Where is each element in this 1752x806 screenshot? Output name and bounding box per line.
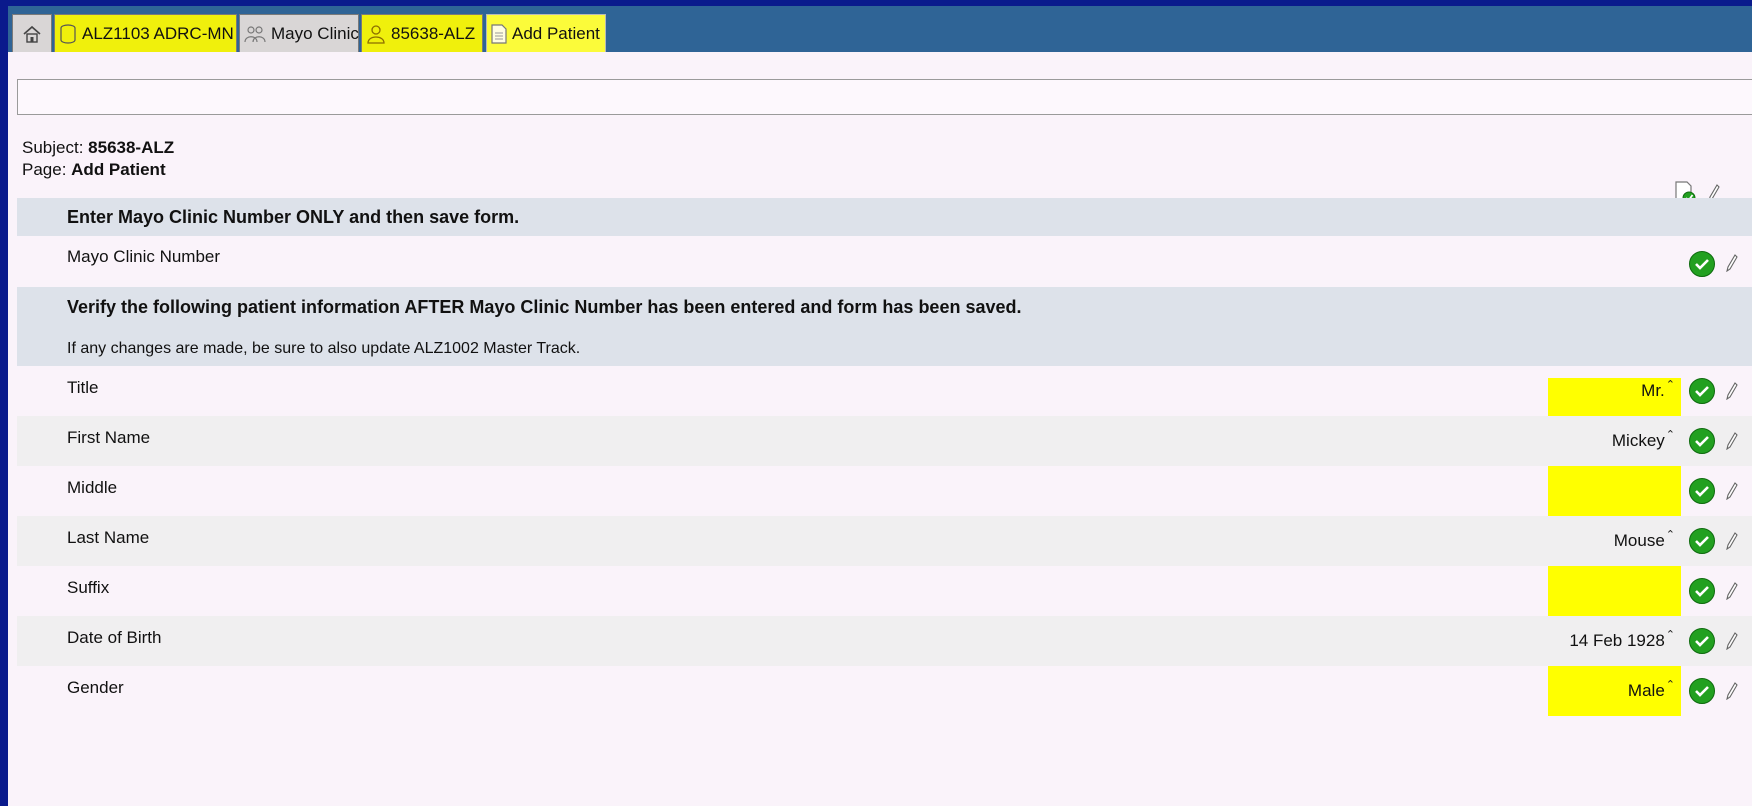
edit-pencil-icon[interactable] <box>1726 254 1738 272</box>
verified-check-icon[interactable] <box>1689 478 1715 504</box>
field-label: Last Name <box>67 528 150 547</box>
history-caret-icon[interactable]: ⌃ <box>1666 628 1675 641</box>
instruction-section: Enter Mayo Clinic Number ONLY and then s… <box>17 198 1752 236</box>
tab-add-patient[interactable]: Add Patient <box>486 14 606 52</box>
edit-pencil-icon[interactable] <box>1726 482 1738 500</box>
field-value-text: Mouse <box>1613 531 1665 550</box>
history-caret-icon[interactable]: ⌃ <box>1666 678 1675 691</box>
verify-section: Verify the following patient information… <box>17 287 1752 366</box>
field-value[interactable]: Male ⌃ <box>1548 666 1675 716</box>
edit-pencil-icon[interactable] <box>1726 382 1738 400</box>
field-value[interactable]: Mouse ⌃ <box>1548 516 1675 566</box>
mayo-clinic-number-row: Mayo Clinic Number <box>17 237 1752 287</box>
verified-check-icon[interactable] <box>1689 428 1715 454</box>
instruction-note: If any changes are made, be sure to also… <box>67 340 581 357</box>
field-value-text: Male <box>1627 681 1665 700</box>
field-row: Date of Birth <box>17 616 1752 666</box>
edit-pencil-icon[interactable] <box>1726 532 1738 550</box>
tab-site[interactable]: Mayo Clinic <box>239 14 359 52</box>
instruction-text: Verify the following patient information… <box>67 297 1022 317</box>
history-caret-icon[interactable]: ⌃ <box>1666 378 1675 391</box>
tab-home[interactable] <box>12 14 52 52</box>
edit-pencil-icon[interactable] <box>1726 632 1738 650</box>
page-info: Page: Add Patient <box>22 160 166 180</box>
page-label: Page: <box>22 160 72 179</box>
field-label: First Name <box>67 428 151 447</box>
verified-check-icon[interactable] <box>1689 678 1715 704</box>
edit-pencil-icon[interactable] <box>1726 432 1738 450</box>
tab-label: 85638-ALZ <box>391 23 476 43</box>
app-window: ALZ1103 ADRC-MN Mayo Clinic 85638-ALZ Ad… <box>8 6 1752 806</box>
edit-pencil-icon[interactable] <box>1726 582 1738 600</box>
tab-label: ALZ1103 ADRC-MN <box>82 23 234 43</box>
subject-info: Subject: 85638-ALZ <box>22 138 174 158</box>
verified-check-icon[interactable] <box>1689 378 1715 404</box>
subject-label: Subject: <box>22 138 89 157</box>
history-caret-icon[interactable]: ⌃ <box>1666 428 1675 441</box>
edit-pencil-icon[interactable] <box>1726 682 1738 700</box>
verified-check-icon[interactable] <box>1689 578 1715 604</box>
field-value-text: Mr. <box>1641 381 1665 400</box>
tab-label: Mayo Clinic <box>271 23 359 43</box>
field-row: Title <box>17 366 1752 416</box>
field-row: First Name <box>17 416 1752 466</box>
field-value[interactable]: Mr. ⌃ <box>1548 366 1675 416</box>
field-row: Gender <box>17 666 1752 716</box>
field-value-text: 14 Feb 1928 <box>1569 631 1665 650</box>
page-title: Add Patient <box>71 160 166 179</box>
home-icon <box>23 25 41 43</box>
field-label: Gender <box>67 678 124 697</box>
database-icon <box>60 23 76 44</box>
field-value[interactable] <box>1548 566 1675 616</box>
page-icon <box>491 23 507 44</box>
verified-check-icon[interactable] <box>1689 528 1715 554</box>
verified-check-icon[interactable] <box>1689 251 1715 277</box>
field-row: Middle <box>17 466 1752 516</box>
subject-value: 85638-ALZ <box>88 138 175 157</box>
tab-study[interactable]: ALZ1103 ADRC-MN <box>54 14 237 52</box>
field-row: Suffix <box>17 566 1752 616</box>
instruction-text: Enter Mayo Clinic Number ONLY and then s… <box>67 207 520 227</box>
field-label: Middle <box>67 478 118 497</box>
tab-bar: ALZ1103 ADRC-MN Mayo Clinic 85638-ALZ Ad… <box>8 6 1752 52</box>
field-value[interactable]: 14 Feb 1928 ⌃ <box>1548 616 1675 666</box>
tab-subject[interactable]: 85638-ALZ <box>361 14 483 52</box>
person-icon <box>367 24 385 44</box>
field-label: Date of Birth <box>67 628 162 647</box>
field-value[interactable] <box>1548 466 1675 516</box>
field-label: Suffix <box>67 578 110 597</box>
field-label: Title <box>67 378 99 397</box>
field-value-text: Mickey <box>1611 431 1665 450</box>
navigation-bar[interactable] <box>17 79 1752 115</box>
history-caret-icon[interactable]: ⌃ <box>1666 528 1675 541</box>
field-value[interactable]: Mickey ⌃ <box>1548 416 1675 466</box>
tab-label: Add Patient <box>512 23 600 43</box>
verified-check-icon[interactable] <box>1689 628 1715 654</box>
field-label: Mayo Clinic Number <box>67 247 221 266</box>
group-icon <box>244 25 266 42</box>
field-row: Last Name <box>17 516 1752 566</box>
